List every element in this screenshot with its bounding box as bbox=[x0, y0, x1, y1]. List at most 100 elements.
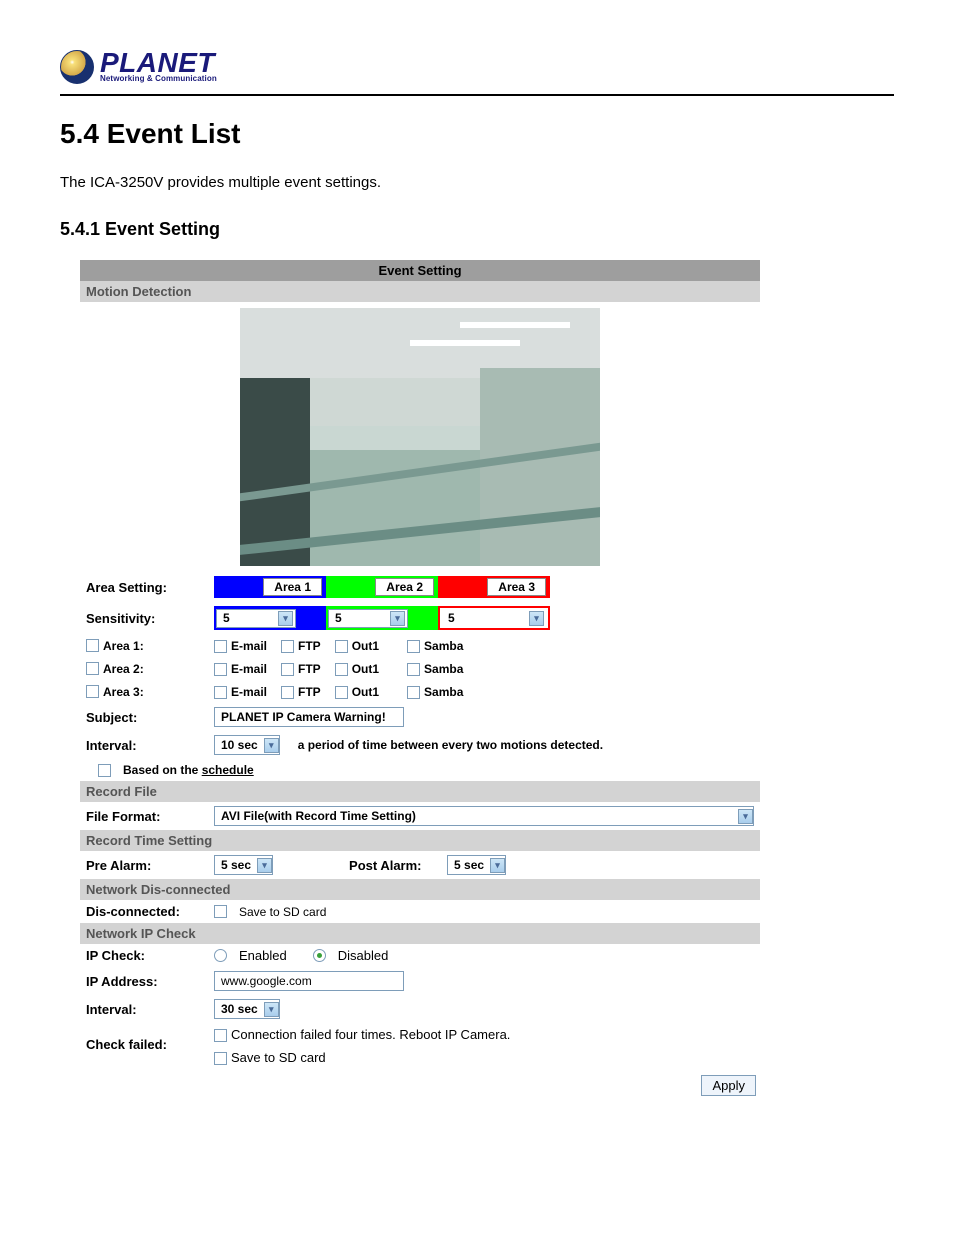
chevron-down-icon: ▾ bbox=[490, 858, 505, 873]
ipcheck-interval-value: 30 sec bbox=[215, 1000, 264, 1018]
area1-email-checkbox[interactable] bbox=[214, 640, 227, 653]
area-3-checkbox[interactable] bbox=[86, 685, 99, 698]
enabled-label: Enabled bbox=[239, 948, 287, 963]
sensitivity-1-value: 5 bbox=[223, 611, 230, 625]
enabled-radio[interactable] bbox=[214, 949, 227, 962]
area2-ftp-label: FTP bbox=[298, 662, 321, 676]
chevron-down-icon: ▾ bbox=[278, 611, 293, 626]
reboot-label: Connection failed four times. Reboot IP … bbox=[231, 1027, 510, 1042]
chevron-down-icon: ▾ bbox=[264, 1002, 279, 1017]
interval-note: a period of time between every two motio… bbox=[298, 738, 603, 752]
sensitivity-2-value: 5 bbox=[335, 611, 342, 625]
interval-label: Interval: bbox=[86, 738, 206, 753]
interval-select[interactable]: 10 sec▾ bbox=[214, 735, 280, 755]
post-alarm-label: Post Alarm: bbox=[349, 858, 439, 873]
save-sd-checkbox[interactable] bbox=[214, 905, 227, 918]
reboot-checkbox[interactable] bbox=[214, 1029, 227, 1042]
panel-title: Event Setting bbox=[80, 260, 760, 281]
globe-icon bbox=[60, 50, 94, 84]
file-format-select[interactable]: AVI File(with Record Time Setting) ▾ bbox=[214, 806, 754, 826]
chevron-down-icon: ▾ bbox=[529, 611, 544, 626]
area-3-button[interactable]: Area 3 bbox=[487, 578, 546, 596]
check-failed-label: Check failed: bbox=[86, 1027, 206, 1052]
schedule-checkbox[interactable] bbox=[98, 764, 111, 777]
ipcheck-interval-select[interactable]: 30 sec▾ bbox=[214, 999, 280, 1019]
event-setting-panel: Event Setting Motion Detection Area Sett… bbox=[80, 260, 760, 1096]
area-3-row-label: Area 3: bbox=[103, 685, 144, 699]
net-disc-header: Network Dis-connected bbox=[80, 879, 760, 900]
schedule-label: Based on the schedule bbox=[123, 763, 254, 777]
area-2-row-label: Area 2: bbox=[103, 662, 144, 676]
ip-check-header: Network IP Check bbox=[80, 923, 760, 944]
area1-ftp-checkbox[interactable] bbox=[281, 640, 294, 653]
area2-ftp-checkbox[interactable] bbox=[281, 663, 294, 676]
area3-out1-checkbox[interactable] bbox=[335, 686, 348, 699]
ip-check-label: IP Check: bbox=[86, 948, 206, 963]
chevron-down-icon: ▾ bbox=[390, 611, 405, 626]
area-1-checkbox[interactable] bbox=[86, 639, 99, 652]
section-heading: 5.4 Event List bbox=[60, 118, 894, 150]
ipcheck-interval-label: Interval: bbox=[86, 1002, 206, 1017]
area1-ftp-label: FTP bbox=[298, 639, 321, 653]
sensitivity-2-select[interactable]: 5▾ bbox=[328, 609, 408, 628]
logo: PLANET Networking & Communication bbox=[60, 50, 894, 84]
area1-email-label: E-mail bbox=[231, 639, 267, 653]
motion-detection-header: Motion Detection bbox=[80, 281, 760, 302]
pre-alarm-value: 5 sec bbox=[215, 856, 257, 874]
area3-email-checkbox[interactable] bbox=[214, 686, 227, 699]
area2-samba-label: Samba bbox=[424, 662, 463, 676]
save-sd-label: Save to SD card bbox=[239, 905, 326, 919]
logo-brand: PLANET bbox=[100, 51, 217, 75]
fail-save-sd-checkbox[interactable] bbox=[214, 1052, 227, 1065]
area3-samba-checkbox[interactable] bbox=[407, 686, 420, 699]
chevron-down-icon: ▾ bbox=[264, 738, 279, 753]
record-time-header: Record Time Setting bbox=[80, 830, 760, 851]
area-2-button[interactable]: Area 2 bbox=[375, 578, 434, 596]
area1-out1-label: Out1 bbox=[352, 639, 379, 653]
subject-label: Subject: bbox=[86, 710, 206, 725]
fail-save-sd-label: Save to SD card bbox=[231, 1050, 326, 1065]
record-file-header: Record File bbox=[80, 781, 760, 802]
interval-value: 10 sec bbox=[215, 736, 264, 754]
area1-samba-label: Samba bbox=[424, 639, 463, 653]
sensitivity-label: Sensitivity: bbox=[86, 611, 206, 626]
area-1-button[interactable]: Area 1 bbox=[263, 578, 322, 596]
area-1-row-label: Area 1: bbox=[103, 639, 144, 653]
camera-preview bbox=[240, 308, 600, 566]
logo-tagline: Networking & Communication bbox=[100, 74, 217, 83]
subsection-heading: 5.4.1 Event Setting bbox=[60, 219, 894, 240]
pre-alarm-label: Pre Alarm: bbox=[86, 858, 206, 873]
chevron-down-icon: ▾ bbox=[738, 809, 753, 824]
file-format-label: File Format: bbox=[86, 809, 206, 824]
post-alarm-value: 5 sec bbox=[448, 856, 490, 874]
ip-address-input[interactable]: www.google.com bbox=[214, 971, 404, 991]
pre-alarm-select[interactable]: 5 sec▾ bbox=[214, 855, 273, 875]
area3-samba-label: Samba bbox=[424, 685, 463, 699]
file-format-value: AVI File(with Record Time Setting) bbox=[215, 807, 422, 825]
area-2-checkbox[interactable] bbox=[86, 662, 99, 675]
area3-ftp-checkbox[interactable] bbox=[281, 686, 294, 699]
header-divider bbox=[60, 94, 894, 96]
intro-text: The ICA-3250V provides multiple event se… bbox=[60, 174, 894, 191]
sensitivity-1-select[interactable]: 5▾ bbox=[216, 609, 296, 628]
area3-out1-label: Out1 bbox=[352, 685, 379, 699]
area2-email-checkbox[interactable] bbox=[214, 663, 227, 676]
area1-samba-checkbox[interactable] bbox=[407, 640, 420, 653]
subject-input[interactable]: PLANET IP Camera Warning! bbox=[214, 707, 404, 727]
sensitivity-3-value: 5 bbox=[448, 611, 455, 625]
disabled-radio[interactable] bbox=[313, 949, 326, 962]
area2-out1-label: Out1 bbox=[352, 662, 379, 676]
area2-out1-checkbox[interactable] bbox=[335, 663, 348, 676]
area3-ftp-label: FTP bbox=[298, 685, 321, 699]
sensitivity-3-select[interactable]: 5▾ bbox=[442, 610, 546, 627]
disconnected-label: Dis-connected: bbox=[86, 904, 206, 919]
area3-email-label: E-mail bbox=[231, 685, 267, 699]
post-alarm-select[interactable]: 5 sec▾ bbox=[447, 855, 506, 875]
apply-button[interactable]: Apply bbox=[701, 1075, 756, 1096]
area-setting-label: Area Setting: bbox=[86, 580, 206, 595]
disabled-label: Disabled bbox=[338, 948, 389, 963]
area1-out1-checkbox[interactable] bbox=[335, 640, 348, 653]
area2-samba-checkbox[interactable] bbox=[407, 663, 420, 676]
ip-address-label: IP Address: bbox=[86, 974, 206, 989]
area2-email-label: E-mail bbox=[231, 662, 267, 676]
